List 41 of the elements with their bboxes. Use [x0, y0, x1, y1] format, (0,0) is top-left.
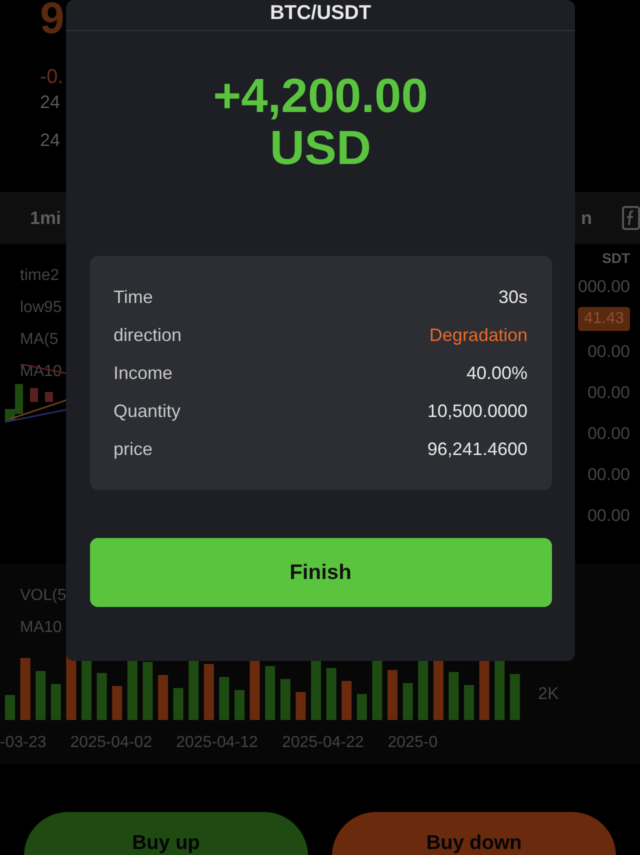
axis-label: 000.00 [578, 276, 630, 298]
buy-down-button[interactable]: Buy down [332, 812, 616, 855]
legend-label: VOL(5 [20, 586, 66, 606]
legend-label: time2 [20, 266, 60, 286]
detail-label: Time [114, 286, 153, 308]
axis-label: 00.00 [587, 464, 630, 486]
legend-label: low95 [20, 298, 62, 318]
indicator-icon[interactable] [622, 206, 640, 230]
detail-label: direction [114, 324, 182, 346]
price-value: 9 [40, 0, 64, 44]
detail-label: Income [114, 362, 173, 384]
date-label: 2025-04-02 [70, 734, 152, 752]
detail-value: 10,500.0000 [427, 400, 528, 422]
date-label: 2025-0 [388, 734, 438, 752]
detail-label: Quantity [114, 400, 181, 422]
finish-button[interactable]: Finish [90, 538, 552, 607]
stat-label: 24 [40, 130, 60, 151]
legend-label: MA(5 [20, 330, 58, 350]
profit-amount: +4,200.00 [213, 71, 428, 123]
axis-label: 2K [538, 684, 559, 704]
axis-label: 00.00 [587, 382, 630, 404]
axis-label: 00.00 [587, 341, 630, 363]
date-label: 2025-04-22 [282, 734, 364, 752]
stat-label: 24 [40, 92, 60, 113]
detail-value: 96,241.4600 [427, 438, 528, 460]
date-label: 2025-04-12 [176, 734, 258, 752]
detail-label: price [114, 438, 153, 460]
detail-value: 30s [498, 286, 528, 308]
buy-up-button[interactable]: Buy up [24, 812, 308, 855]
axis-label: 00.00 [587, 423, 630, 445]
timeframe-tab[interactable]: n [581, 208, 592, 228]
currency-label: USD [270, 123, 372, 175]
timeframe-tab[interactable]: 1mi [30, 208, 62, 228]
axis-label: 00.00 [587, 505, 630, 527]
date-label: -03-23 [0, 734, 46, 752]
detail-value: Degradation [429, 324, 528, 346]
dialog-title: BTC/USDT [66, 0, 575, 31]
legend-label: MA10 [20, 618, 62, 638]
change-value: -0. [40, 66, 64, 89]
detail-value: 40.00% [466, 362, 528, 384]
axis-title: SDT [602, 250, 630, 266]
